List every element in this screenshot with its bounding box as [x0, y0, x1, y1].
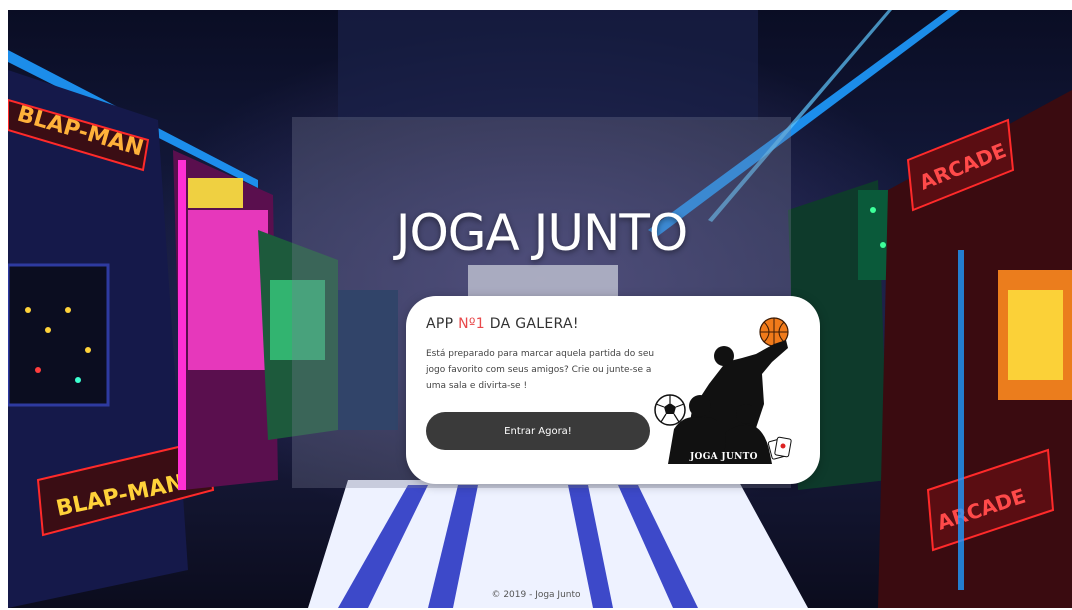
intro-card: APP Nº1 DA GALERA! Está preparado para m… — [406, 296, 820, 484]
page: BLAP-MAN BLAP-MAN ARCADE ARCADE JOGA JUN… — [0, 0, 1072, 610]
hero-title: JOGA JUNTO — [395, 204, 689, 262]
playing-cards-icon — [767, 436, 792, 460]
pink-screen — [188, 210, 268, 370]
card-title-accent: Nº1 — [458, 316, 486, 332]
card-title: APP Nº1 DA GALERA! — [426, 316, 579, 332]
footer-copyright: © 2019 - Joga Junto — [491, 590, 581, 600]
logo-caption: JOGA JUNTO — [690, 452, 758, 462]
left-screen — [8, 263, 110, 407]
pink-neon-strip — [178, 160, 186, 490]
card-title-suffix: DA GALERA! — [485, 316, 579, 332]
joga-junto-logo — [654, 317, 792, 464]
card-description: Está preparado para marcar aquela partid… — [426, 349, 655, 391]
pink-sign — [188, 178, 243, 208]
ceiling-panel — [338, 10, 758, 120]
right-neon-strip — [958, 250, 964, 590]
card-title-prefix: APP — [426, 316, 459, 332]
soccer-ball-icon — [654, 394, 686, 426]
enter-now-button[interactable]: Entrar Agora! — [426, 412, 650, 450]
right-red-screen-inner — [1008, 290, 1063, 380]
